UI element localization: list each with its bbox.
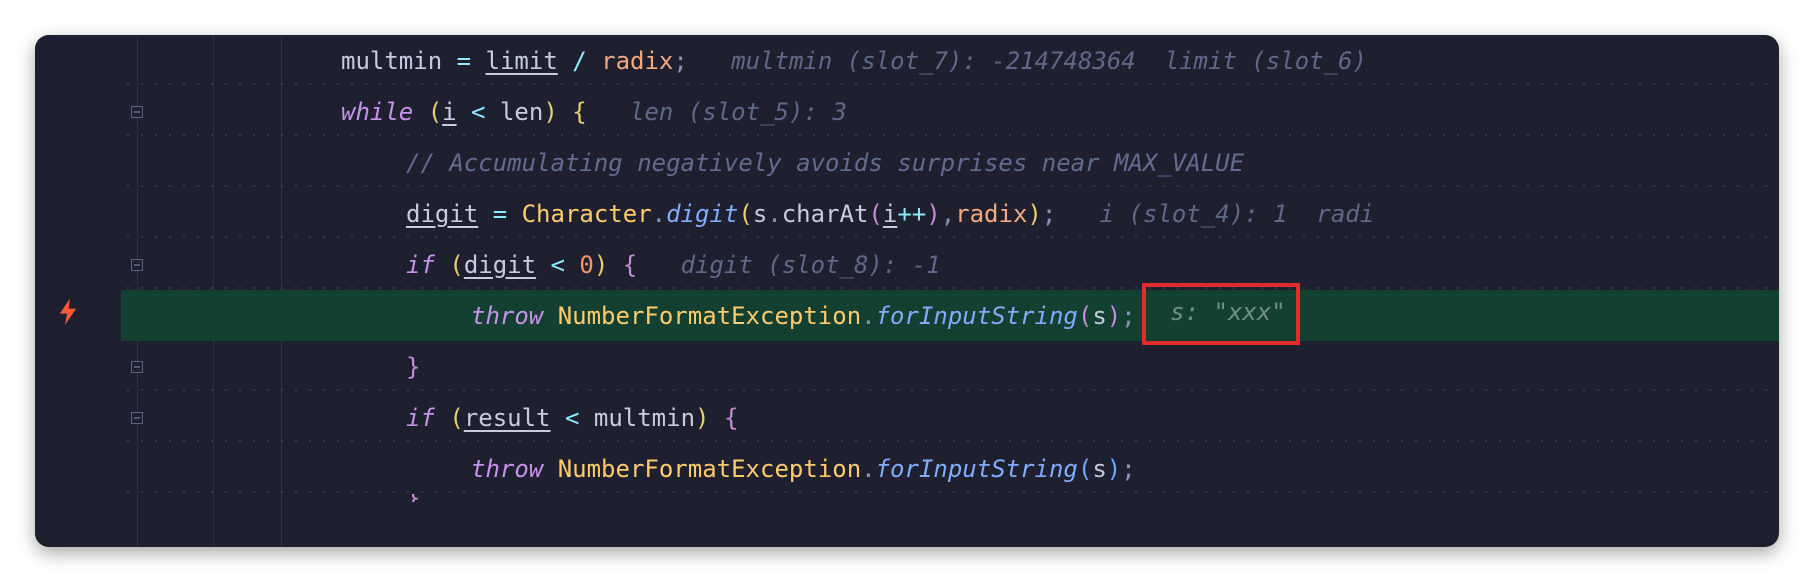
code-line[interactable]: if ( digit < 0 ) { digit (slot_8): -1 bbox=[121, 239, 1779, 290]
inline-debug-hint: multmin (slot_7): -214748364 limit (slot… bbox=[688, 47, 1367, 75]
token-identifier: radix bbox=[601, 47, 673, 75]
token-operator: < bbox=[457, 98, 500, 126]
token-type: NumberFormatException bbox=[558, 302, 861, 330]
token-identifier: digit bbox=[464, 251, 536, 279]
token-identifier: i bbox=[442, 98, 456, 126]
code-line[interactable]: } bbox=[121, 341, 1779, 392]
code-line[interactable]: digit = Character . digit ( s . charAt (… bbox=[121, 188, 1779, 239]
token-paren: ) bbox=[594, 251, 623, 279]
token-operator: = bbox=[442, 47, 485, 75]
token-paren: ) bbox=[543, 98, 572, 126]
token-identifier: s bbox=[753, 200, 767, 228]
inline-debug-hint: s: "xxx" bbox=[1156, 300, 1286, 324]
token-brace: { bbox=[623, 251, 637, 279]
token-punct: ; bbox=[673, 47, 687, 75]
token-punct: . bbox=[767, 200, 781, 228]
lightning-bolt-icon[interactable] bbox=[58, 299, 78, 332]
token-punct: ; bbox=[1042, 200, 1056, 228]
token-paren: ( bbox=[413, 98, 442, 126]
token-paren: ) bbox=[926, 200, 940, 228]
token-brace: { bbox=[572, 98, 586, 126]
code-line[interactable]: // Accumulating negatively avoids surpri… bbox=[121, 137, 1779, 188]
token-method: digit bbox=[666, 200, 738, 228]
token-punct: ; bbox=[1121, 455, 1135, 483]
token-operator: ++ bbox=[897, 200, 926, 228]
inline-debug-hint: digit (slot_8): -1 bbox=[637, 251, 940, 279]
token-method: charAt bbox=[782, 200, 869, 228]
token-paren: ( bbox=[1078, 302, 1092, 330]
token-punct: . bbox=[652, 200, 666, 228]
token-number: 0 bbox=[579, 251, 593, 279]
token-paren: ( bbox=[738, 200, 752, 228]
token-method: forInputString bbox=[876, 455, 1078, 483]
token-identifier: limit bbox=[486, 47, 558, 75]
token-keyword: if bbox=[406, 404, 435, 432]
token-method: forInputString bbox=[876, 302, 1078, 330]
code-line[interactable]: } bbox=[121, 494, 1779, 502]
token-paren: ( bbox=[1078, 455, 1092, 483]
token-punct: . bbox=[861, 455, 875, 483]
token-identifier: i bbox=[883, 200, 897, 228]
token-identifier: s bbox=[1092, 455, 1106, 483]
token-identifier: digit bbox=[406, 200, 478, 228]
token-comment: // Accumulating negatively avoids surpri… bbox=[406, 149, 1244, 177]
code-line[interactable]: if ( result < multmin ) { bbox=[121, 392, 1779, 443]
token-operator: / bbox=[558, 47, 601, 75]
token-paren: ( bbox=[435, 251, 464, 279]
code-line[interactable]: multmin = limit / radix ; multmin (slot_… bbox=[121, 35, 1779, 86]
token-identifier: multmin bbox=[341, 47, 442, 75]
token-punct: , bbox=[941, 200, 955, 228]
code-line-current[interactable]: throw NumberFormatException . forInputSt… bbox=[121, 290, 1779, 341]
code-line[interactable]: throw NumberFormatException . forInputSt… bbox=[121, 443, 1779, 494]
token-brace: { bbox=[724, 404, 738, 432]
token-type: NumberFormatException bbox=[558, 455, 861, 483]
token-paren: ( bbox=[868, 200, 882, 228]
fold-toggle-icon[interactable] bbox=[131, 259, 143, 271]
token-paren: ) bbox=[1027, 200, 1041, 228]
fold-toggle-icon[interactable] bbox=[131, 106, 143, 118]
token-identifier: radix bbox=[955, 200, 1027, 228]
token-identifier: result bbox=[464, 404, 551, 432]
token-operator: < bbox=[551, 404, 594, 432]
token-operator: = bbox=[478, 200, 521, 228]
token-keyword: while bbox=[341, 98, 413, 126]
inline-debug-hint: len (slot_5): 3 bbox=[587, 98, 847, 126]
token-keyword: throw bbox=[471, 455, 543, 483]
code-editor[interactable]: multmin = limit / radix ; multmin (slot_… bbox=[35, 35, 1779, 547]
token-identifier: s bbox=[1092, 302, 1106, 330]
token-paren: ) bbox=[695, 404, 724, 432]
token-punct: . bbox=[861, 302, 875, 330]
token-identifier: len bbox=[500, 98, 543, 126]
token-brace: } bbox=[406, 494, 420, 502]
code-line[interactable]: while ( i < len ) { len (slot_5): 3 bbox=[121, 86, 1779, 137]
token-paren: ( bbox=[435, 404, 464, 432]
token-space bbox=[543, 302, 557, 330]
annotation-box: s: "xxx" bbox=[1142, 283, 1300, 345]
fold-toggle-icon[interactable] bbox=[131, 412, 143, 424]
token-identifier: multmin bbox=[594, 404, 695, 432]
token-brace: } bbox=[406, 353, 420, 381]
token-keyword: throw bbox=[471, 302, 543, 330]
token-punct: ; bbox=[1121, 302, 1135, 330]
token-operator: < bbox=[536, 251, 579, 279]
code-area[interactable]: multmin = limit / radix ; multmin (slot_… bbox=[121, 35, 1779, 547]
inline-debug-hint: i (slot_4): 1 radi bbox=[1056, 200, 1374, 228]
token-space bbox=[543, 455, 557, 483]
gutter bbox=[35, 35, 121, 547]
token-paren: ) bbox=[1107, 455, 1121, 483]
fold-toggle-icon[interactable] bbox=[131, 361, 143, 373]
token-type: Character bbox=[522, 200, 652, 228]
token-paren: ) bbox=[1107, 302, 1121, 330]
token-keyword: if bbox=[406, 251, 435, 279]
